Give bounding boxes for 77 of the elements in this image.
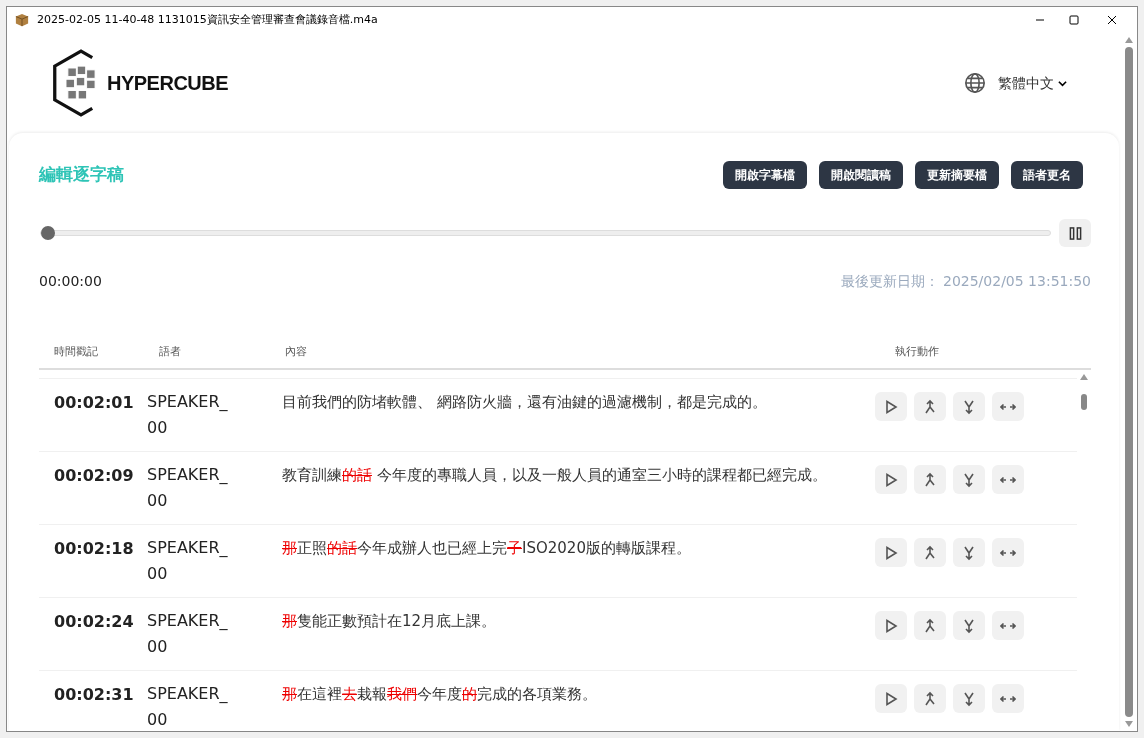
box-icon (15, 13, 29, 27)
content-cell-text: 那在這裡去栽報我們今年度的完成的各項業務。 (281, 684, 598, 705)
play-button[interactable] (875, 465, 907, 494)
merge-down-button[interactable] (953, 684, 985, 713)
maximize-icon[interactable] (1069, 15, 1079, 25)
merge-up-icon (922, 690, 938, 707)
scroll-thumb[interactable] (1125, 47, 1133, 717)
scroll-up-icon[interactable] (1125, 37, 1133, 43)
merge-up-button[interactable] (914, 538, 946, 567)
play-icon (883, 398, 899, 415)
split-button[interactable] (992, 611, 1024, 640)
column-header: 內容 (284, 343, 308, 360)
toolbar-button[interactable]: 開啟字幕檔 (723, 161, 807, 189)
content-cell-text: 那隻能正數預計在12月底上課。 (281, 611, 498, 632)
merge-down-button[interactable] (953, 611, 985, 640)
split-button[interactable] (992, 684, 1024, 713)
chevron-down-icon (1058, 78, 1067, 88)
merge-down-button[interactable] (953, 465, 985, 494)
scroll-thumb[interactable] (1081, 394, 1087, 410)
merge-down-icon (961, 690, 977, 707)
merge-down-icon (961, 398, 977, 415)
slider-thumb[interactable] (41, 226, 55, 240)
language-dropdown[interactable]: 繁體中文 (998, 72, 1067, 94)
speaker-cell-text: SPEAKER_00 (146, 683, 229, 731)
play-icon (883, 690, 899, 707)
globe-icon (964, 72, 986, 94)
merge-down-icon (961, 471, 977, 488)
last-updated-text: 最後更新日期： 2025/02/05 13:51:50 (840, 272, 1091, 291)
window-title: 2025-02-05 11-40-48 1131015資訊安全管理審查會議錄音檔.m4a (37, 11, 378, 28)
speaker-cell-text: SPEAKER_00 (146, 537, 229, 585)
scroll-down-icon[interactable] (1125, 721, 1133, 727)
pause-icon (1068, 226, 1082, 240)
page-title: 編輯逐字稿 (39, 163, 124, 187)
merge-down-icon (961, 617, 977, 634)
merge-up-button[interactable] (914, 684, 946, 713)
timestamp-cell-text: 00:02:01 (53, 392, 135, 414)
pause-button[interactable] (1059, 219, 1091, 247)
timestamp-cell-text: 00:02:09 (53, 465, 135, 487)
play-button[interactable] (875, 538, 907, 567)
speaker-cell-text: SPEAKER_00 (146, 464, 229, 512)
scroll-up-icon[interactable] (1080, 374, 1088, 380)
merge-down-icon (961, 544, 977, 561)
toolbar-button[interactable]: 語者更名 (1011, 161, 1083, 189)
toolbar-button[interactable]: 開啟閱讀稿 (819, 161, 903, 189)
merge-up-icon (922, 544, 938, 561)
logo-text: HYPERCUBE (107, 71, 229, 96)
column-header: 時間戳記 (53, 343, 99, 360)
column-header: 語者 (158, 343, 182, 360)
content-cell-text: 目前我們的防堵軟體、 網路防火牆，還有油鍵的過濾機制，都是完成的。 (281, 392, 768, 413)
merge-up-button[interactable] (914, 465, 946, 494)
toolbar-button[interactable]: 更新摘要檔 (915, 161, 999, 189)
timestamp-cell-text: 00:02:18 (53, 538, 135, 560)
play-icon (883, 617, 899, 634)
merge-up-icon (922, 617, 938, 634)
merge-down-button[interactable] (953, 392, 985, 421)
play-icon (883, 544, 899, 561)
speaker-cell-text: SPEAKER_00 (146, 391, 229, 439)
merge-down-button[interactable] (953, 538, 985, 567)
content-cell-text: 教育訓練的話 今年度的專職人員，以及一般人員的通室三小時的課程都已經完成。 (281, 465, 828, 486)
play-button[interactable] (875, 392, 907, 421)
play-button[interactable] (875, 611, 907, 640)
close-icon[interactable] (1107, 15, 1117, 25)
merge-up-button[interactable] (914, 611, 946, 640)
timestamp-cell-text: 00:02:31 (53, 684, 135, 706)
content-cell-text: 那正照的話今年成辦人也已經上完子ISO2020版的轉版課程。 (281, 538, 692, 559)
current-time: 00:00:00 (39, 272, 102, 291)
timestamp-cell-text: 00:02:24 (53, 611, 135, 633)
column-header: 執行動作 (894, 343, 939, 360)
merge-up-icon (922, 398, 938, 415)
merge-up-button[interactable] (914, 392, 946, 421)
split-button[interactable] (992, 538, 1024, 567)
split-button[interactable] (992, 465, 1024, 494)
play-icon (883, 471, 899, 488)
split-button[interactable] (992, 392, 1024, 421)
play-button[interactable] (875, 684, 907, 713)
merge-up-icon (922, 471, 938, 488)
speaker-cell-text: SPEAKER_00 (146, 610, 229, 658)
